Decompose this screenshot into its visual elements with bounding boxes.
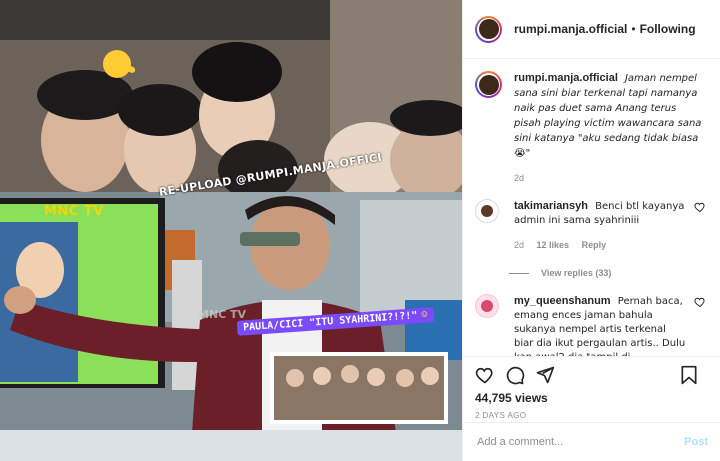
caption-username[interactable]: rumpi.manja.official [514,72,618,84]
avatar[interactable] [475,294,499,318]
avatar[interactable] [475,199,499,223]
bookmark-icon[interactable] [680,365,698,385]
mnc-logo-secondary: MNC TV [198,308,247,321]
smile-emoji-icon: ☺ [421,309,428,321]
reply-button[interactable]: Reply [582,240,607,250]
comment-item: takimariansyh Benci btl kayanya admin in… [475,199,706,252]
avatar[interactable] [475,15,502,43]
comment-icon[interactable] [505,365,525,385]
view-replies-label[interactable]: View replies (33) [541,266,611,280]
following-button[interactable]: Following [640,22,696,36]
post-actions: 44,795 views 2 DAYS AGO [463,356,720,422]
add-comment-bar: Post [463,422,720,461]
add-comment-input[interactable] [475,435,685,449]
comment-username[interactable]: my_queenshanum [514,295,611,307]
avatar[interactable] [475,71,502,98]
comments-list[interactable]: rumpi.manja.official Jaman nempel sana s… [463,59,720,356]
post-sidebar: rumpi.manja.official • Following rumpi.m… [462,0,720,461]
heart-icon[interactable] [475,365,495,385]
heart-icon[interactable] [694,296,706,308]
caption-text: Jaman nempel sana sini biar terkenal tap… [514,73,702,159]
instagram-post: RE-UPLOAD @RUMPI.MANJA.OFFICI MNC TV MNC… [0,0,720,461]
comment-item: my_queenshanum Pernah baca, emang ences … [475,294,706,356]
comment-username[interactable]: takimariansyh [514,200,588,212]
views-count[interactable]: 44,795 views [475,391,708,405]
post-media[interactable]: RE-UPLOAD @RUMPI.MANJA.OFFICI MNC TV MNC… [0,0,462,461]
view-replies-button[interactable]: View replies (33) [509,266,706,280]
post-button[interactable]: Post [684,436,708,448]
post-photo [0,0,462,461]
header-separator: • [631,22,636,36]
comment-time[interactable]: 2d [514,240,524,250]
comment-meta: 2d 12 likes Reply [514,238,688,252]
paper-plane-icon[interactable] [535,365,555,385]
heart-icon[interactable] [694,201,706,213]
header-username[interactable]: rumpi.manja.official [514,22,627,36]
mnc-logo: MNC TV [44,204,104,219]
post-header: rumpi.manja.official • Following [463,0,720,59]
post-timestamp[interactable]: 2 DAYS AGO [475,411,708,420]
post-caption: rumpi.manja.official Jaman nempel sana s… [475,71,706,185]
comment-likes[interactable]: 12 likes [537,240,570,250]
caption-time[interactable]: 2d [514,171,706,185]
